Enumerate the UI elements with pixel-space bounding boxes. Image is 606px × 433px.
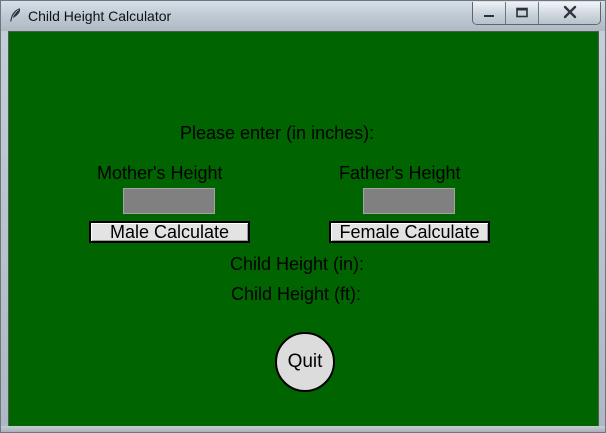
- mother-height-input[interactable]: [123, 188, 215, 214]
- close-button[interactable]: [539, 2, 600, 24]
- input-prompt: Please enter (in inches):: [180, 123, 375, 143]
- window-title: Child Height Calculator: [28, 8, 172, 24]
- app-window: Child Height Calculator Please enter (in…: [0, 0, 606, 433]
- female-calculate-button[interactable]: Female Calculate: [329, 221, 490, 243]
- window-controls: [472, 2, 601, 25]
- mother-height-label: Mother's Height: [97, 163, 223, 183]
- title-bar[interactable]: Child Height Calculator: [1, 1, 605, 31]
- calculator-panel: Please enter (in inches): Mother's Heigh…: [8, 31, 599, 428]
- child-height-in-label: Child Height (in):: [230, 254, 365, 274]
- minimize-icon: [483, 4, 495, 23]
- father-height-input[interactable]: [363, 188, 455, 214]
- feather-icon: [7, 7, 23, 23]
- minimize-button[interactable]: [473, 2, 506, 24]
- child-height-ft-label: Child Height (ft):: [231, 284, 362, 304]
- window-bottom-border: [1, 426, 605, 432]
- male-calculate-button[interactable]: Male Calculate: [89, 221, 250, 243]
- quit-button[interactable]: Quit: [275, 332, 335, 392]
- close-icon: [563, 4, 577, 23]
- maximize-button[interactable]: [506, 2, 539, 24]
- father-height-label: Father's Height: [339, 163, 461, 183]
- maximize-icon: [515, 4, 529, 23]
